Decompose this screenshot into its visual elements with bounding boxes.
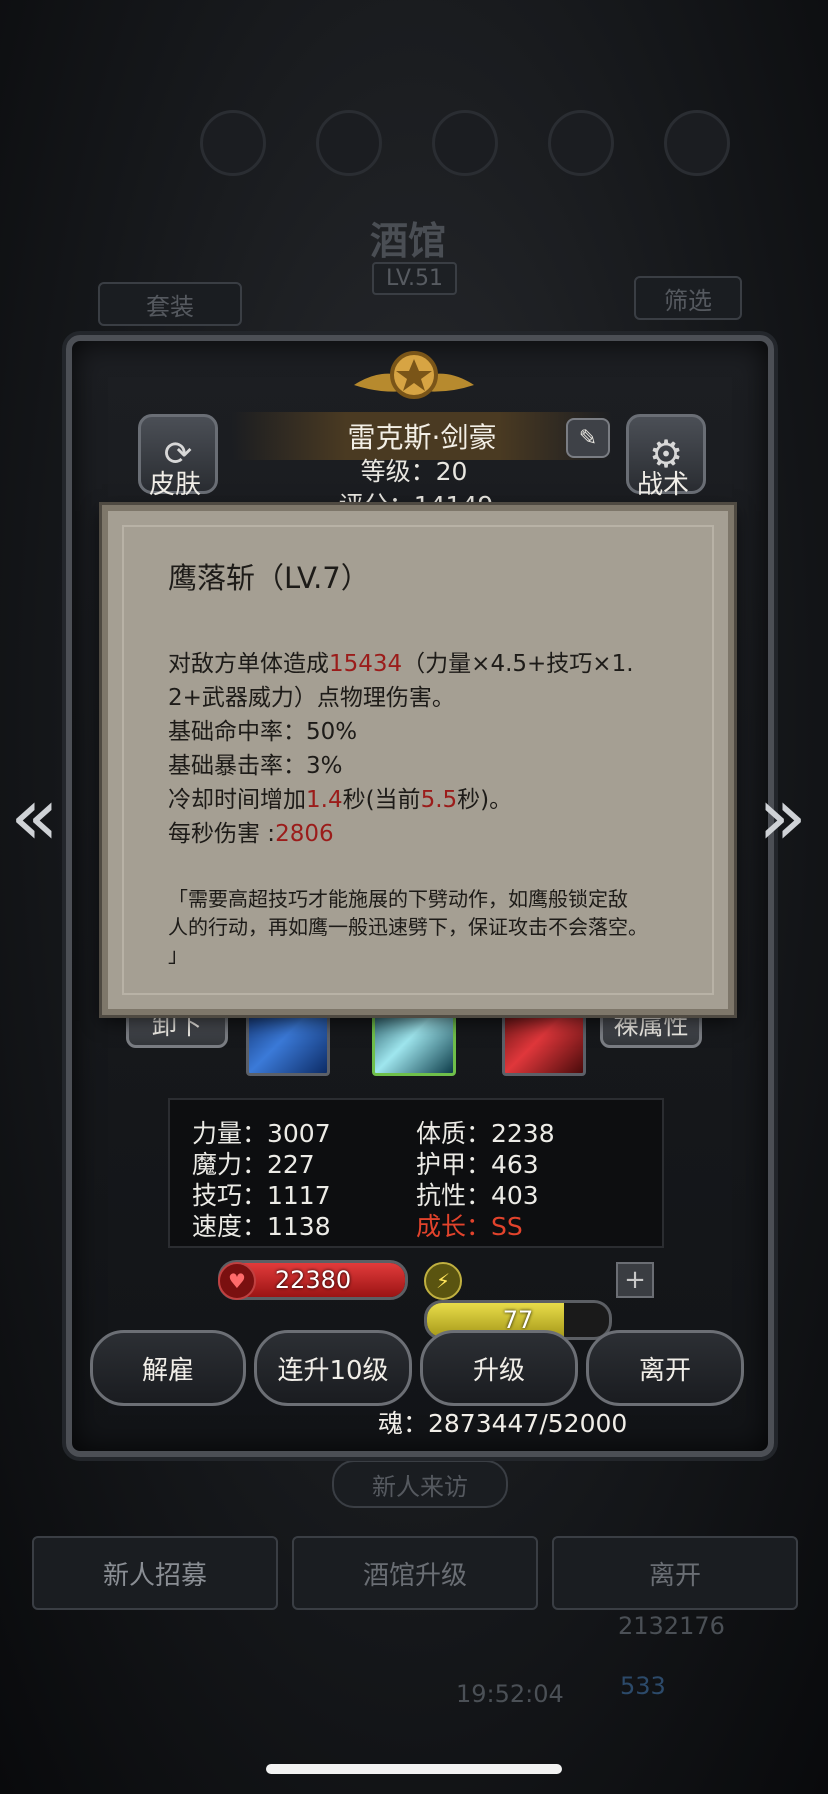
dps-line: 每秒伤害 :2806 — [168, 817, 688, 851]
add-energy-plus-icon[interactable]: + — [616, 1262, 654, 1298]
crest-emblem-icon — [354, 351, 474, 399]
cooldown-line: 冷却时间增加1.4秒(当前5.5秒)。 — [168, 783, 688, 817]
tavern-title: 酒馆 — [370, 219, 447, 263]
clock-time: 19:52:04 — [456, 1680, 564, 1708]
upgrade-button[interactable]: 升级 — [420, 1330, 578, 1406]
filter-button[interactable]: 筛选 — [634, 276, 742, 320]
tavern-leave-button[interactable]: 离开 — [552, 1536, 798, 1610]
desc-line-2: 2+武器威力）点物理伤害。 — [168, 685, 455, 711]
top-icon-3 — [432, 110, 498, 176]
gold-amount: 2132176 — [618, 1612, 725, 1640]
top-icon-5 — [664, 110, 730, 176]
crit-rate: 基础暴击率：3% — [168, 753, 343, 779]
skill-title: 鹰落斩（LV.7） — [168, 561, 370, 595]
dps-value: 2806 — [275, 821, 334, 847]
hit-rate: 基础命中率：50% — [168, 719, 358, 745]
top-icon-1 — [200, 110, 266, 176]
stat-growth: 成长：SS — [416, 1212, 523, 1241]
hero-level: 等级：20 — [360, 457, 468, 486]
home-indicator[interactable] — [266, 1764, 562, 1774]
cooldown-prefix: 冷却时间增加 — [168, 787, 306, 813]
suit-button[interactable]: 套装 — [98, 282, 242, 326]
gem-amount: 533 — [620, 1672, 666, 1700]
tactics-label: 战术 — [636, 470, 689, 500]
desc-line-1: 对敌方单体造成15434（力量×4.5+技巧×1. — [168, 647, 688, 681]
stat-speed: 速度：1138 — [192, 1212, 331, 1241]
skill-description: 对敌方单体造成15434（力量×4.5+技巧×1. 2+武器威力）点物理伤害。 … — [168, 647, 688, 851]
next-hero-arrow-icon[interactable]: » — [758, 770, 807, 863]
cooldown-current: 5.5 — [420, 787, 458, 813]
level-up-10-button[interactable]: 连升10级 — [254, 1330, 412, 1406]
skill-flavor-text: 「需要高超技巧才能施展的下劈动作，如鹰般锁定敌 人的行动，再如鹰一般迅速劈下，保… — [168, 885, 688, 969]
heart-icon: ♥ — [218, 1262, 256, 1300]
leave-button[interactable]: 离开 — [586, 1330, 744, 1406]
cooldown-add: 1.4 — [306, 787, 343, 813]
tavern-upgrade-button[interactable]: 酒馆升级 — [292, 1536, 538, 1610]
new-visitor-button[interactable]: 新人来访 — [332, 1460, 508, 1508]
skill-tooltip: 鹰落斩（LV.7） 对敌方单体造成15434（力量×4.5+技巧×1. 2+武器… — [102, 505, 734, 1015]
damage-value: 15434 — [329, 651, 403, 677]
top-icon-4 — [548, 110, 614, 176]
rename-pencil-icon[interactable]: ✎ — [566, 418, 610, 458]
new-recruit-button[interactable]: 新人招募 — [32, 1536, 278, 1610]
lightning-icon: ⚡ — [424, 1262, 462, 1300]
top-icon-2 — [316, 110, 382, 176]
desc-prefix: 对敌方单体造成 — [168, 651, 329, 677]
tavern-level: LV.51 — [372, 262, 458, 295]
cooldown-mid: 秒(当前 — [342, 787, 421, 813]
desc-suffix: （力量×4.5+技巧×1. — [402, 651, 634, 677]
flavor-line-2: 人的行动，再如鹰一般迅速劈下，保证攻击不会落空。 — [168, 915, 648, 939]
prev-hero-arrow-icon[interactable]: « — [10, 770, 59, 863]
cooldown-suffix: 秒)。 — [457, 787, 513, 813]
soul-counter: 魂：2873447/52000 — [378, 1409, 628, 1438]
dps-prefix: 每秒伤害 : — [168, 821, 276, 847]
dismiss-button[interactable]: 解雇 — [90, 1330, 246, 1406]
flavor-line-1: 「需要高超技巧才能施展的下劈动作，如鹰般锁定敌 — [168, 887, 628, 911]
skin-label: 皮肤 — [148, 470, 201, 500]
flavor-line-3: 」 — [168, 943, 188, 967]
